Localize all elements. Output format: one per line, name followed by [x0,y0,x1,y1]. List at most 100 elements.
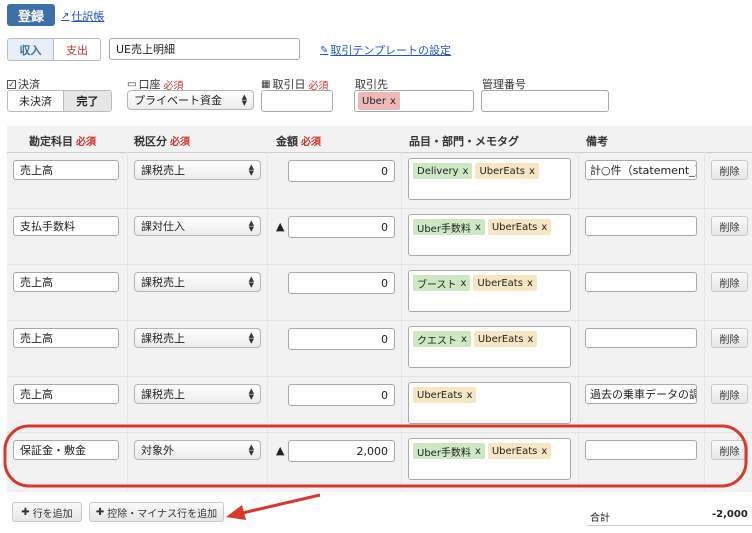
account-input[interactable]: 売上高 [13,160,119,180]
tax-select[interactable]: 課税売上 ▲ ▼ [134,328,261,348]
calendar-icon: ▦ [261,78,271,90]
settled-tab[interactable]: 完了 [63,91,111,111]
select-arrows-icon: ▲ ▼ [248,219,254,233]
amount-input[interactable]: 0 [288,384,395,406]
delete-row-button[interactable]: 削除 [711,328,748,348]
remove-tag-icon[interactable]: x [529,166,535,177]
account-input[interactable]: 売上高 [13,384,119,404]
mgmt-no-input[interactable] [481,90,609,112]
delete-row-button[interactable]: 削除 [711,272,748,292]
tag-item: UberEats x [487,219,552,235]
tax-select-value: 課税売上 [141,276,185,289]
tag-input[interactable]: UberEats x [408,382,571,424]
row-divider [7,376,752,377]
income-expense-toggle: 収入 支出 [7,38,101,61]
account-input[interactable]: 支払手数料 [13,216,119,236]
remove-tag-icon[interactable]: x [475,222,481,233]
amount-input[interactable]: 0 [288,216,395,238]
tag-item: UberEats x [473,275,537,291]
account-select-value: プライベート資金 [134,94,222,107]
tax-select-value: 課対仕入 [141,220,185,233]
remove-tag-icon[interactable]: x [390,96,396,107]
note-input[interactable] [585,272,697,292]
journal-link[interactable]: ↗ 仕訳帳 [61,8,104,24]
remove-tag-icon[interactable]: x [463,166,469,177]
select-arrows-icon: ▲ ▼ [248,331,254,345]
wallet-icon: ▭ [127,78,137,90]
tag-item: UberEats x [475,163,539,179]
tax-select-value: 課税売上 [141,332,185,345]
external-link-icon: ↗ [61,10,70,22]
account-input[interactable]: 売上高 [13,328,119,348]
remove-tag-icon[interactable]: x [461,334,467,345]
account-input[interactable]: 売上高 [13,272,119,292]
tag-item: クエスト x [413,331,471,347]
header-tax: 税区分 必須 [134,135,190,148]
settlement-toggle: 未決済 完了 [7,90,112,112]
minus-marker: ▲ [276,220,285,233]
partner-tag: Uber x [358,92,400,110]
expense-tab[interactable]: 支出 [54,39,100,60]
header-account-item: 勘定科目 必須 [29,135,96,148]
delete-row-button[interactable]: 削除 [711,160,748,180]
amount-input[interactable]: 0 [288,160,395,182]
partner-input[interactable]: Uber x [354,90,474,112]
amount-input[interactable]: 0 [288,272,395,294]
register-button[interactable]: 登録 [7,4,55,26]
amount-input[interactable]: 0 [288,328,395,350]
header-amount: 金額 必須 [276,135,321,148]
tag-input[interactable]: Delivery x UberEats x [408,158,571,200]
remove-tag-icon[interactable]: x [541,222,547,233]
row-divider [7,320,752,321]
tag-input[interactable]: Uber手数料 x UberEats x [408,214,571,256]
tax-select[interactable]: 課税売上 ▲ ▼ [134,384,261,404]
header-divider [7,152,752,153]
note-input[interactable] [585,328,697,348]
tax-select-value: 課税売上 [141,388,185,401]
select-arrows-icon: ▲ ▼ [248,387,254,401]
total-value: -2,000 [712,509,748,520]
unsettled-tab[interactable]: 未決済 [8,91,64,111]
edit-icon: ✎ [320,44,329,56]
income-tab[interactable]: 収入 [8,39,55,60]
header-tags: 品目・部門・メモタグ [409,135,519,148]
total-label: 合計 [590,513,610,524]
add-minus-row-button[interactable]: ✚ 控除・マイナス行を追加 [89,502,224,522]
tag-item: UberEats x [413,387,477,403]
tax-select[interactable]: 課税売上 ▲ ▼ [134,272,261,292]
tag-item: ブースト x [413,275,471,291]
tax-select-value: 課税売上 [141,164,185,177]
remove-tag-icon[interactable]: x [461,278,467,289]
remove-tag-icon[interactable]: x [527,334,533,345]
total-underline [588,525,752,526]
txn-date-input[interactable] [261,90,333,112]
remove-tag-icon[interactable]: x [467,390,473,401]
select-arrows-icon: ▲ ▼ [248,163,254,177]
row-divider [7,264,752,265]
highlight-annotation [3,424,748,488]
tag-item: Delivery x [413,163,473,179]
select-arrows-icon: ▲ ▼ [248,275,254,289]
plus-icon: ✚ [21,506,30,518]
template-settings-link[interactable]: ✎ 取引テンプレートの設定 [320,42,451,58]
tax-select[interactable]: 課税売上 ▲ ▼ [134,160,261,180]
title-input[interactable]: UE売上明細 [109,38,300,60]
delete-row-button[interactable]: 削除 [711,216,748,236]
note-input[interactable] [585,216,697,236]
tax-select[interactable]: 課対仕入 ▲ ▼ [134,216,261,236]
select-arrows-icon: ▲ ▼ [241,93,247,107]
tag-item: UberEats x [473,331,538,347]
note-input[interactable]: 過去の乗車データの調整 [585,384,697,404]
tag-item: Uber手数料 x [413,219,485,235]
row-divider [7,208,752,209]
tag-input[interactable]: ブースト x UberEats x [408,270,571,312]
plus-icon: ✚ [95,506,105,518]
account-select[interactable]: プライベート資金 ▲ ▼ [127,90,254,110]
tag-input[interactable]: クエスト x UberEats x [408,326,571,368]
delete-row-button[interactable]: 削除 [711,384,748,404]
add-row-button[interactable]: ✚ 行を追加 [12,502,82,522]
arrow-annotation [226,493,321,520]
remove-tag-icon[interactable]: x [527,278,533,289]
checkbox-icon[interactable]: ✓ [7,79,16,89]
note-input[interactable]: 計○件（statement_） [585,160,697,180]
